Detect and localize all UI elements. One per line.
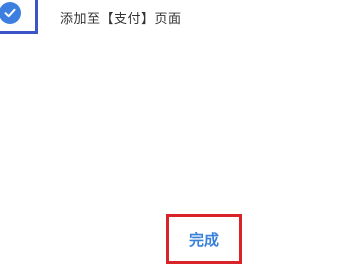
checkmark-icon <box>4 8 16 18</box>
checkbox-highlight-box[interactable] <box>0 0 38 34</box>
add-to-payment-option[interactable]: 添加至【支付】页面 <box>0 0 360 40</box>
option-label: 添加至【支付】页面 <box>60 12 182 27</box>
checkbox-checked[interactable] <box>0 2 21 24</box>
done-button[interactable]: 完成 <box>169 217 239 261</box>
done-button-highlight[interactable]: 完成 <box>166 214 242 264</box>
dialog-page: 添加至【支付】页面 完成 <box>0 0 360 270</box>
